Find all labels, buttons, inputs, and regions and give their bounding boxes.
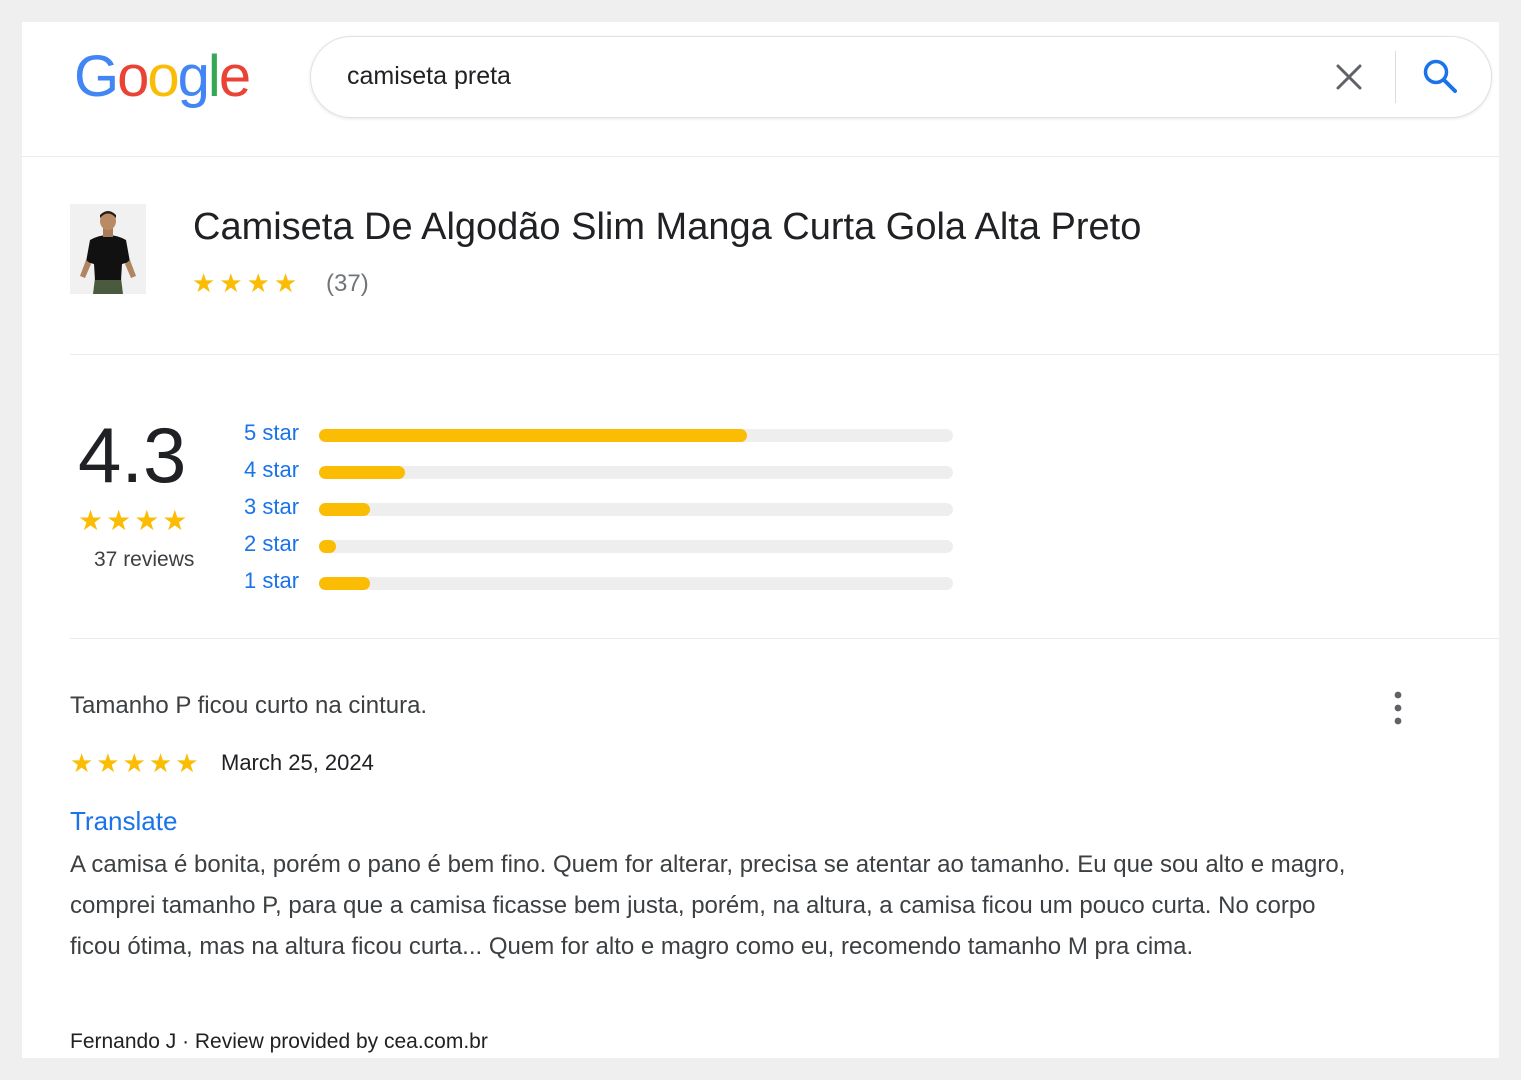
logo-letter: e [218,44,251,109]
logo-letter: g [177,44,210,109]
search-results-panel: Google camiseta preta Camiseta De Algodã… [22,22,1499,1058]
rating-bar-label[interactable]: 5 star [244,420,299,446]
logo-letter: l [207,44,221,109]
total-reviews: 37 reviews [94,548,195,571]
logo-letter: G [74,44,119,109]
rating-bar-fill [319,503,370,516]
rating-bar-track [319,503,953,516]
review-stars: ★★★★★ [70,748,202,778]
product-review-count: (37) [326,270,369,297]
translate-link[interactable]: Translate [70,806,177,837]
divider [70,354,1499,355]
average-rating: 4.3 [78,411,187,499]
rating-bar-track [319,429,953,442]
review-title: Tamanho P ficou curto na cintura. [70,692,428,719]
rating-bar-fill [319,577,370,590]
close-icon[interactable] [1333,61,1365,93]
rating-bar-label[interactable]: 2 star [244,531,299,557]
rating-bar-track [319,540,953,553]
product-rating-stars: ★★★★ [192,268,302,298]
search-icon[interactable] [1421,57,1459,95]
average-rating-stars: ★★★★ [78,505,191,536]
search-input[interactable]: camiseta preta [347,62,511,91]
search-box[interactable]: camiseta preta [310,36,1492,118]
rating-bar-fill [319,540,337,553]
search-divider [1395,51,1396,103]
logo-letter: o [147,44,179,109]
logo-letter: o [117,44,149,109]
search-header: Google camiseta preta [22,22,1499,157]
rating-bar-fill [319,466,405,479]
google-logo[interactable]: Google [74,42,251,112]
rating-bar-label[interactable]: 4 star [244,457,299,483]
rating-bar-track [319,466,953,479]
product-title[interactable]: Camiseta De Algodão Slim Manga Curta Gol… [193,206,1141,249]
review-footer: Fernando J · Review provided by cea.com.… [70,1030,488,1053]
divider [70,638,1499,639]
more-vert-icon[interactable] [1388,690,1408,726]
rating-bar-fill [319,429,747,442]
rating-bar-label[interactable]: 1 star [244,568,299,594]
rating-bar-label[interactable]: 3 star [244,494,299,520]
rating-bar-track [319,577,953,590]
review-date: March 25, 2024 [221,750,374,775]
review-body: A camisa é bonita, porém o pano é bem fi… [70,851,1346,960]
product-thumbnail[interactable] [70,204,146,294]
